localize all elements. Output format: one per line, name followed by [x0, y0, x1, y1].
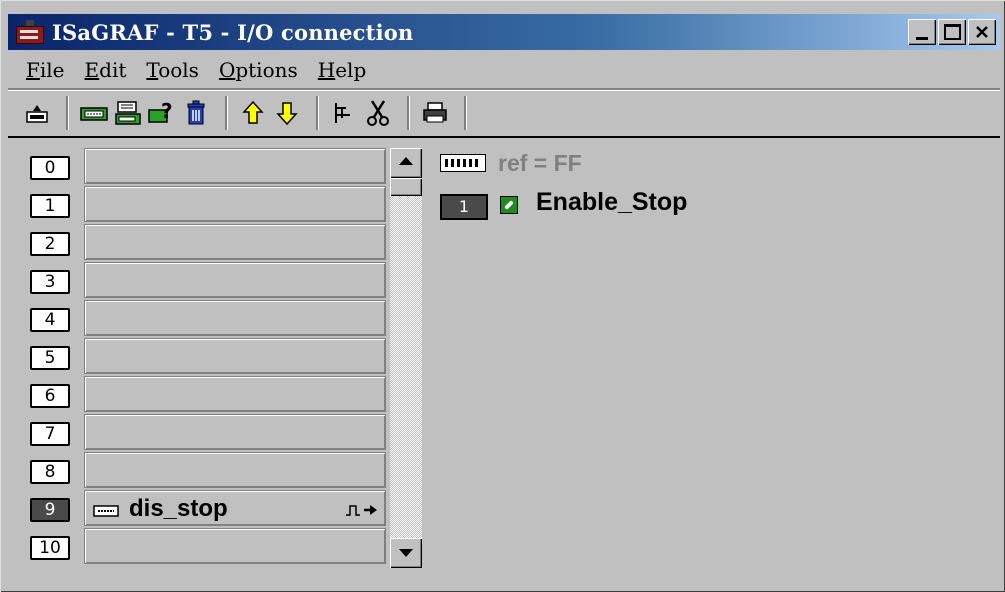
- maximize-button[interactable]: [938, 19, 966, 45]
- close-button[interactable]: [968, 19, 996, 45]
- toolbar-separator: [464, 96, 467, 130]
- slot-number[interactable]: 10: [30, 536, 70, 560]
- boolean-variable-icon: [500, 196, 518, 214]
- move-up-button[interactable]: [238, 98, 268, 128]
- slot-number[interactable]: 5: [30, 346, 70, 370]
- board-params-button[interactable]: [113, 98, 143, 128]
- slot-board-cell[interactable]: [84, 338, 386, 374]
- board-help-button[interactable]: ?: [147, 98, 177, 128]
- svg-text:?: ?: [161, 100, 173, 123]
- slot-row[interactable]: 0: [24, 148, 388, 186]
- window-title: ISaGRAF - T5 - I/O connection: [52, 19, 414, 45]
- board-help-icon: ?: [148, 100, 173, 123]
- open-board-button[interactable]: [22, 98, 52, 128]
- board-params-icon: [115, 101, 141, 125]
- menu-tools[interactable]: Tools: [144, 58, 201, 82]
- menu-help[interactable]: Help: [316, 58, 369, 82]
- slot-number[interactable]: 4: [30, 308, 70, 332]
- board-icon: [93, 505, 119, 517]
- main-window: ISaGRAF - T5 - I/O connection File Edit …: [0, 0, 1005, 592]
- slot-number[interactable]: 7: [30, 422, 70, 446]
- board-name: dis_stop: [129, 495, 228, 522]
- title-bar[interactable]: ISaGRAF - T5 - I/O connection: [8, 14, 1000, 50]
- channel-number[interactable]: 1: [440, 194, 488, 220]
- delete-icon: [187, 100, 205, 125]
- menu-bar: File Edit Tools Options Help: [8, 52, 384, 88]
- toolbar: ?: [8, 92, 1000, 134]
- toolbar-separator: [407, 96, 410, 130]
- slot-row[interactable]: 10: [24, 528, 388, 566]
- slot-list-scrollbar[interactable]: [390, 148, 422, 568]
- cut-icon: [367, 100, 389, 126]
- slot-number[interactable]: 9: [30, 498, 70, 522]
- toolbar-separator: [66, 96, 69, 130]
- menu-options[interactable]: Options: [217, 58, 300, 82]
- slot-board-cell[interactable]: [84, 262, 386, 298]
- menu-edit[interactable]: Edit: [83, 58, 129, 82]
- slot-board-cell[interactable]: dis_stop: [84, 490, 386, 526]
- slot-board-cell[interactable]: [84, 186, 386, 222]
- board-ref-text: ref = FF: [498, 150, 582, 176]
- slot-board-cell[interactable]: [84, 452, 386, 488]
- slot-number[interactable]: 3: [30, 270, 70, 294]
- cut-button[interactable]: [363, 98, 393, 128]
- arrow-up-icon: [399, 157, 413, 165]
- menu-file[interactable]: File: [24, 58, 67, 82]
- slot-number[interactable]: 6: [30, 384, 70, 408]
- slot-board-cell[interactable]: [84, 414, 386, 450]
- toolbar-separator: [316, 96, 319, 130]
- menu-separator: [8, 88, 1000, 91]
- toolbar-bottom-border: [8, 136, 1000, 138]
- move-up-icon: [242, 100, 264, 124]
- open-board-icon: [26, 105, 48, 123]
- channel-variable-name[interactable]: Enable_Stop: [536, 188, 687, 217]
- slot-board-cell[interactable]: [84, 300, 386, 336]
- move-down-icon: [276, 102, 298, 126]
- board-ref-icon: [440, 154, 486, 172]
- set-board-icon: [80, 107, 108, 121]
- slot-board-cell[interactable]: [84, 528, 386, 564]
- scroll-up-button[interactable]: [390, 148, 422, 178]
- connect-button[interactable]: [329, 98, 359, 128]
- slot-row-selected[interactable]: 9 dis_stop: [24, 490, 388, 528]
- isagraf-app-icon[interactable]: [14, 20, 46, 44]
- slot-row[interactable]: 2: [24, 224, 388, 262]
- scroll-thumb[interactable]: [390, 178, 422, 196]
- slot-row[interactable]: 3: [24, 262, 388, 300]
- caption-buttons: [906, 19, 996, 45]
- slot-board-cell[interactable]: [84, 376, 386, 412]
- slot-board-cell[interactable]: [84, 224, 386, 260]
- delete-button[interactable]: [181, 98, 211, 128]
- slot-number[interactable]: 8: [30, 460, 70, 484]
- arrow-down-icon: [399, 549, 413, 557]
- connect-icon: [335, 103, 350, 123]
- slot-row[interactable]: 7: [24, 414, 388, 452]
- slot-row[interactable]: 5: [24, 338, 388, 376]
- set-board-button[interactable]: [79, 98, 109, 128]
- slot-row[interactable]: 8: [24, 452, 388, 490]
- slot-row[interactable]: 4: [24, 300, 388, 338]
- slot-number[interactable]: 1: [30, 194, 70, 218]
- slot-number[interactable]: 2: [30, 232, 70, 256]
- slot-number[interactable]: 0: [30, 156, 70, 180]
- digital-output-icon: [346, 505, 377, 516]
- print-icon: [423, 102, 447, 123]
- slot-row[interactable]: 6: [24, 376, 388, 414]
- minimize-button[interactable]: [908, 19, 936, 45]
- toolbar-separator: [225, 96, 228, 130]
- slot-board-cell[interactable]: [84, 148, 386, 184]
- move-down-button[interactable]: [272, 98, 302, 128]
- slot-row[interactable]: 1: [24, 186, 388, 224]
- print-button[interactable]: [420, 98, 450, 128]
- scroll-down-button[interactable]: [390, 538, 422, 568]
- close-icon: [976, 26, 988, 38]
